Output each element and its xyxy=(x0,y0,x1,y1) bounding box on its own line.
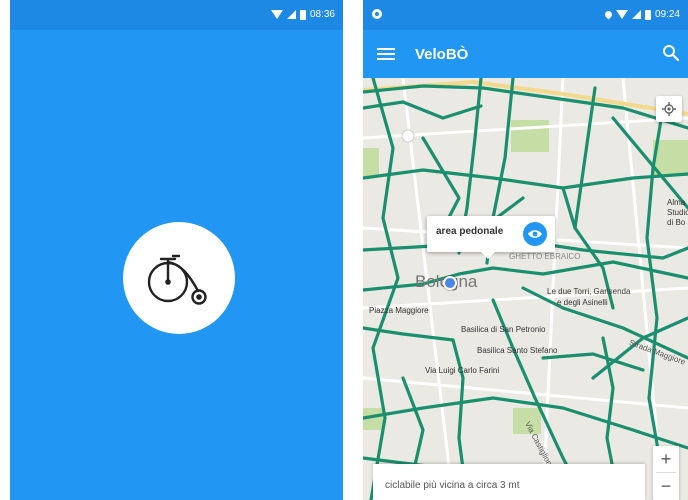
map-label: Via Luigi Carlo Farini xyxy=(425,366,500,375)
map-screen: 09:24 VeloBÒ Piazza Maggiore Basilica di… xyxy=(363,0,688,500)
battery-icon xyxy=(644,9,651,20)
hamburger-menu-icon[interactable] xyxy=(377,46,395,62)
signal-icon xyxy=(286,10,296,19)
map-view[interactable] xyxy=(363,78,688,500)
notification-icon xyxy=(372,9,382,19)
status-bar: 09:24 xyxy=(363,0,688,30)
zoom-out-button[interactable]: − xyxy=(653,473,679,499)
wifi-icon xyxy=(270,10,283,19)
map-label: Studio xyxy=(667,208,688,217)
map-label: di Bo xyxy=(667,218,686,227)
map-label: Basilica Santo Stefano xyxy=(477,346,558,355)
wifi-icon xyxy=(615,10,628,19)
status-time: 08:36 xyxy=(309,9,335,20)
location-icon xyxy=(603,9,614,20)
app-title: VeloBÒ xyxy=(415,46,469,63)
map-label: Alma xyxy=(667,198,686,207)
status-time: 09:24 xyxy=(654,9,680,20)
popup-label: area pedonale xyxy=(436,226,504,237)
status-bar: 08:36 xyxy=(10,0,343,30)
crosshair-icon xyxy=(662,102,676,116)
search-icon[interactable] xyxy=(662,44,680,62)
my-location-button[interactable] xyxy=(656,96,682,122)
info-popup[interactable]: area pedonale xyxy=(427,216,555,259)
map-label: Le due Torri, Garisenda xyxy=(547,287,631,296)
penny-farthing-bicycle-icon xyxy=(147,254,207,305)
nearest-path-text: ciclabile più vicina a circa 3 mt xyxy=(385,480,520,491)
map-label: GHETTO EBRAICO xyxy=(509,252,581,261)
zoom-controls: + − xyxy=(653,446,679,500)
zoom-in-button[interactable]: + xyxy=(653,446,679,472)
app-logo xyxy=(123,222,235,334)
eye-icon xyxy=(528,230,542,238)
map-label: e degli Asinelli xyxy=(557,298,608,307)
nearest-path-card[interactable]: ciclabile più vicina a circa 3 mt xyxy=(373,464,645,500)
current-location-marker xyxy=(443,276,457,290)
splash-screen: 08:36 xyxy=(10,0,343,500)
map-label: Piazza Maggiore xyxy=(369,306,429,315)
battery-icon xyxy=(299,9,306,20)
app-bar: VeloBÒ xyxy=(363,30,688,78)
signal-icon xyxy=(631,10,641,19)
map-label: Basilica di San Petronio xyxy=(461,325,546,334)
view-button[interactable] xyxy=(523,222,547,246)
